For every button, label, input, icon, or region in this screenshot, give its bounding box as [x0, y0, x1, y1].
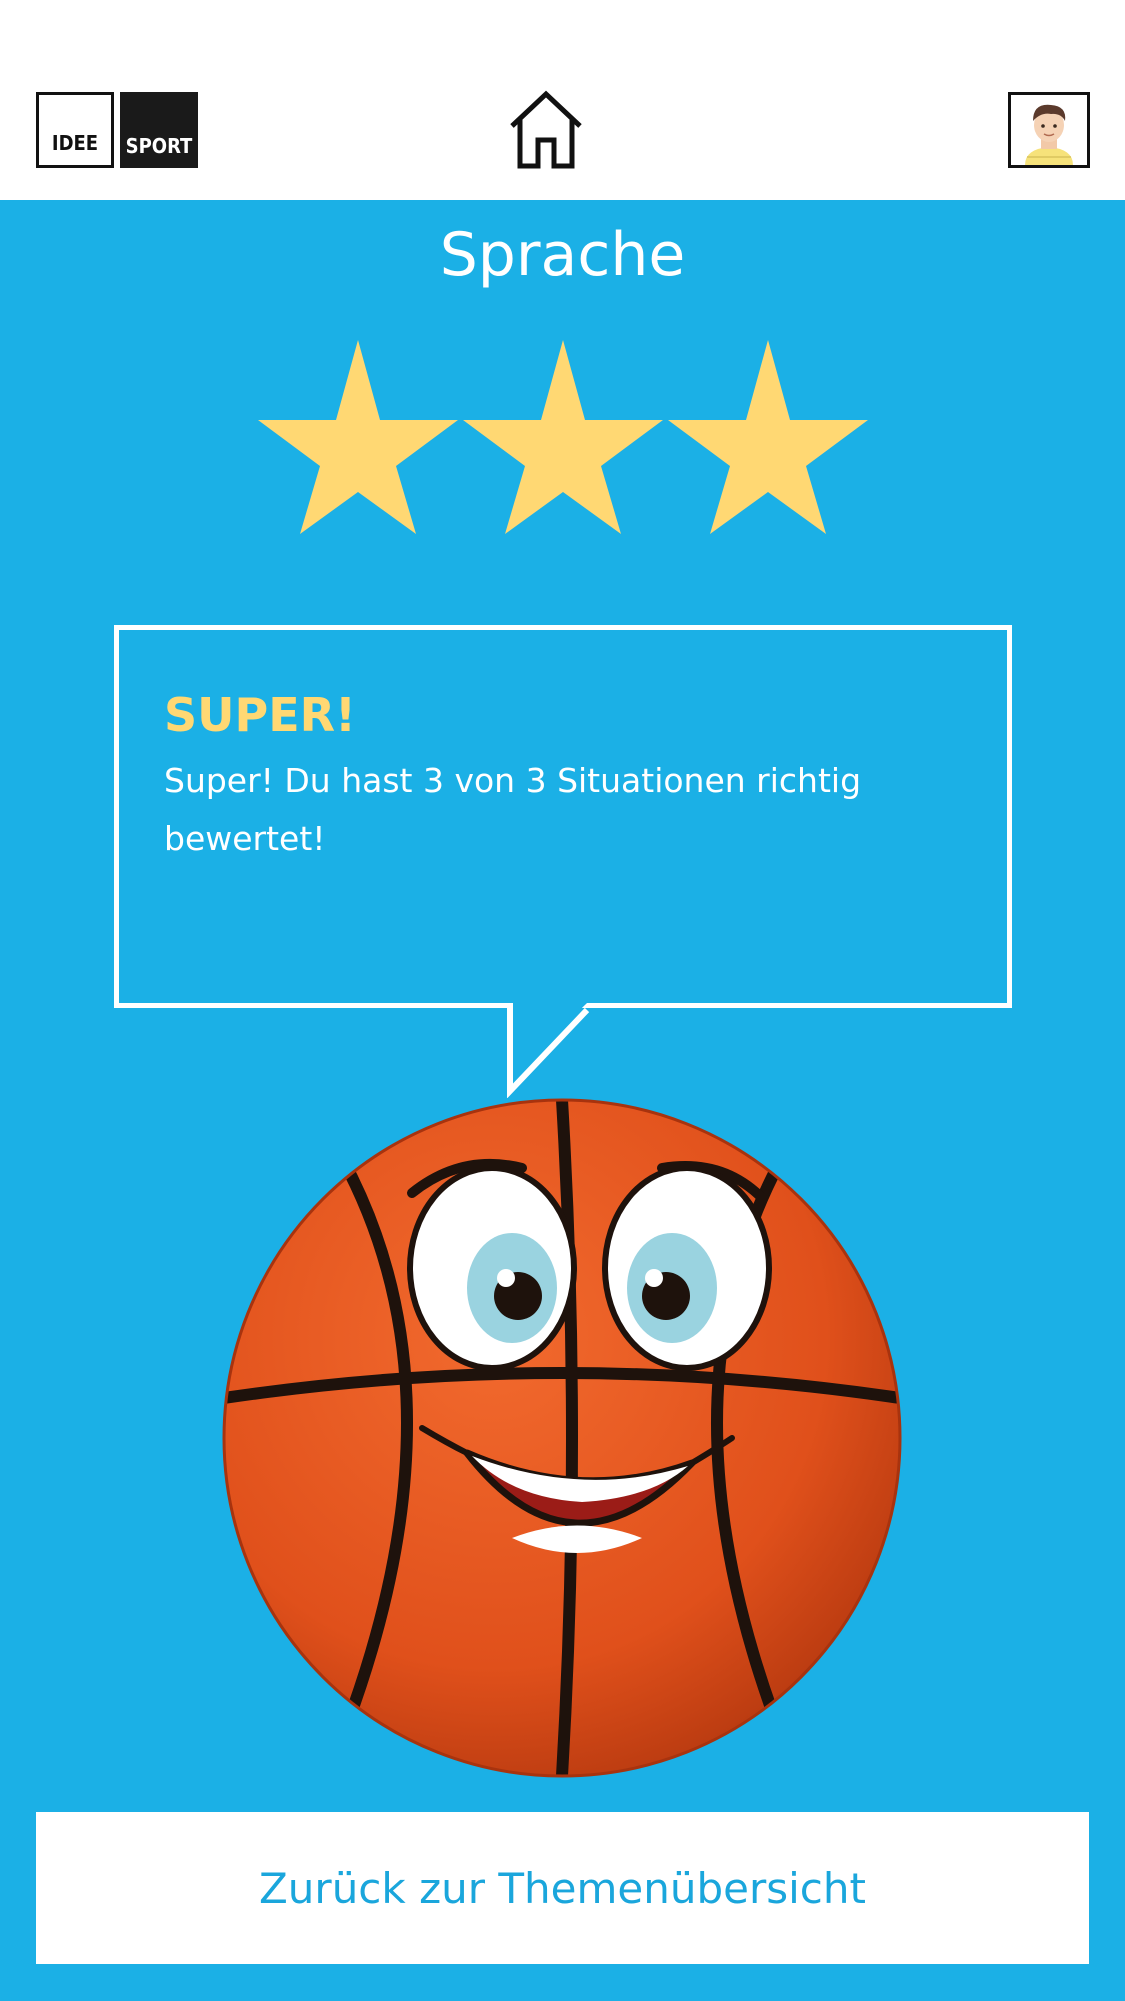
logo-idee-text: IDEE — [51, 131, 99, 155]
home-icon — [510, 90, 582, 169]
profile-avatar-button[interactable] — [1008, 92, 1090, 168]
logo-sport-text: SPORT — [125, 134, 193, 158]
star-icon-2 — [463, 340, 663, 534]
star-icon-1 — [258, 340, 458, 534]
top-bar: IDEE SPORT — [0, 0, 1125, 200]
star-rating — [258, 340, 868, 534]
feedback-heading: SUPER! — [164, 688, 357, 742]
topic-title: Sprache — [439, 220, 686, 290]
star-icon-3 — [668, 340, 868, 534]
back-to-topics-button[interactable]: Zurück zur Themenübersicht — [36, 1812, 1089, 1964]
logo-idee: IDEE — [36, 92, 114, 168]
feedback-message: Super! Du hast 3 von 3 Situationen richt… — [164, 761, 862, 858]
speech-bubble-tail — [507, 1003, 590, 1098]
logo-sport: SPORT — [120, 92, 198, 168]
basketball-mascot — [222, 1098, 902, 1778]
home-button[interactable] — [506, 90, 586, 170]
user-avatar-icon — [1011, 95, 1087, 165]
